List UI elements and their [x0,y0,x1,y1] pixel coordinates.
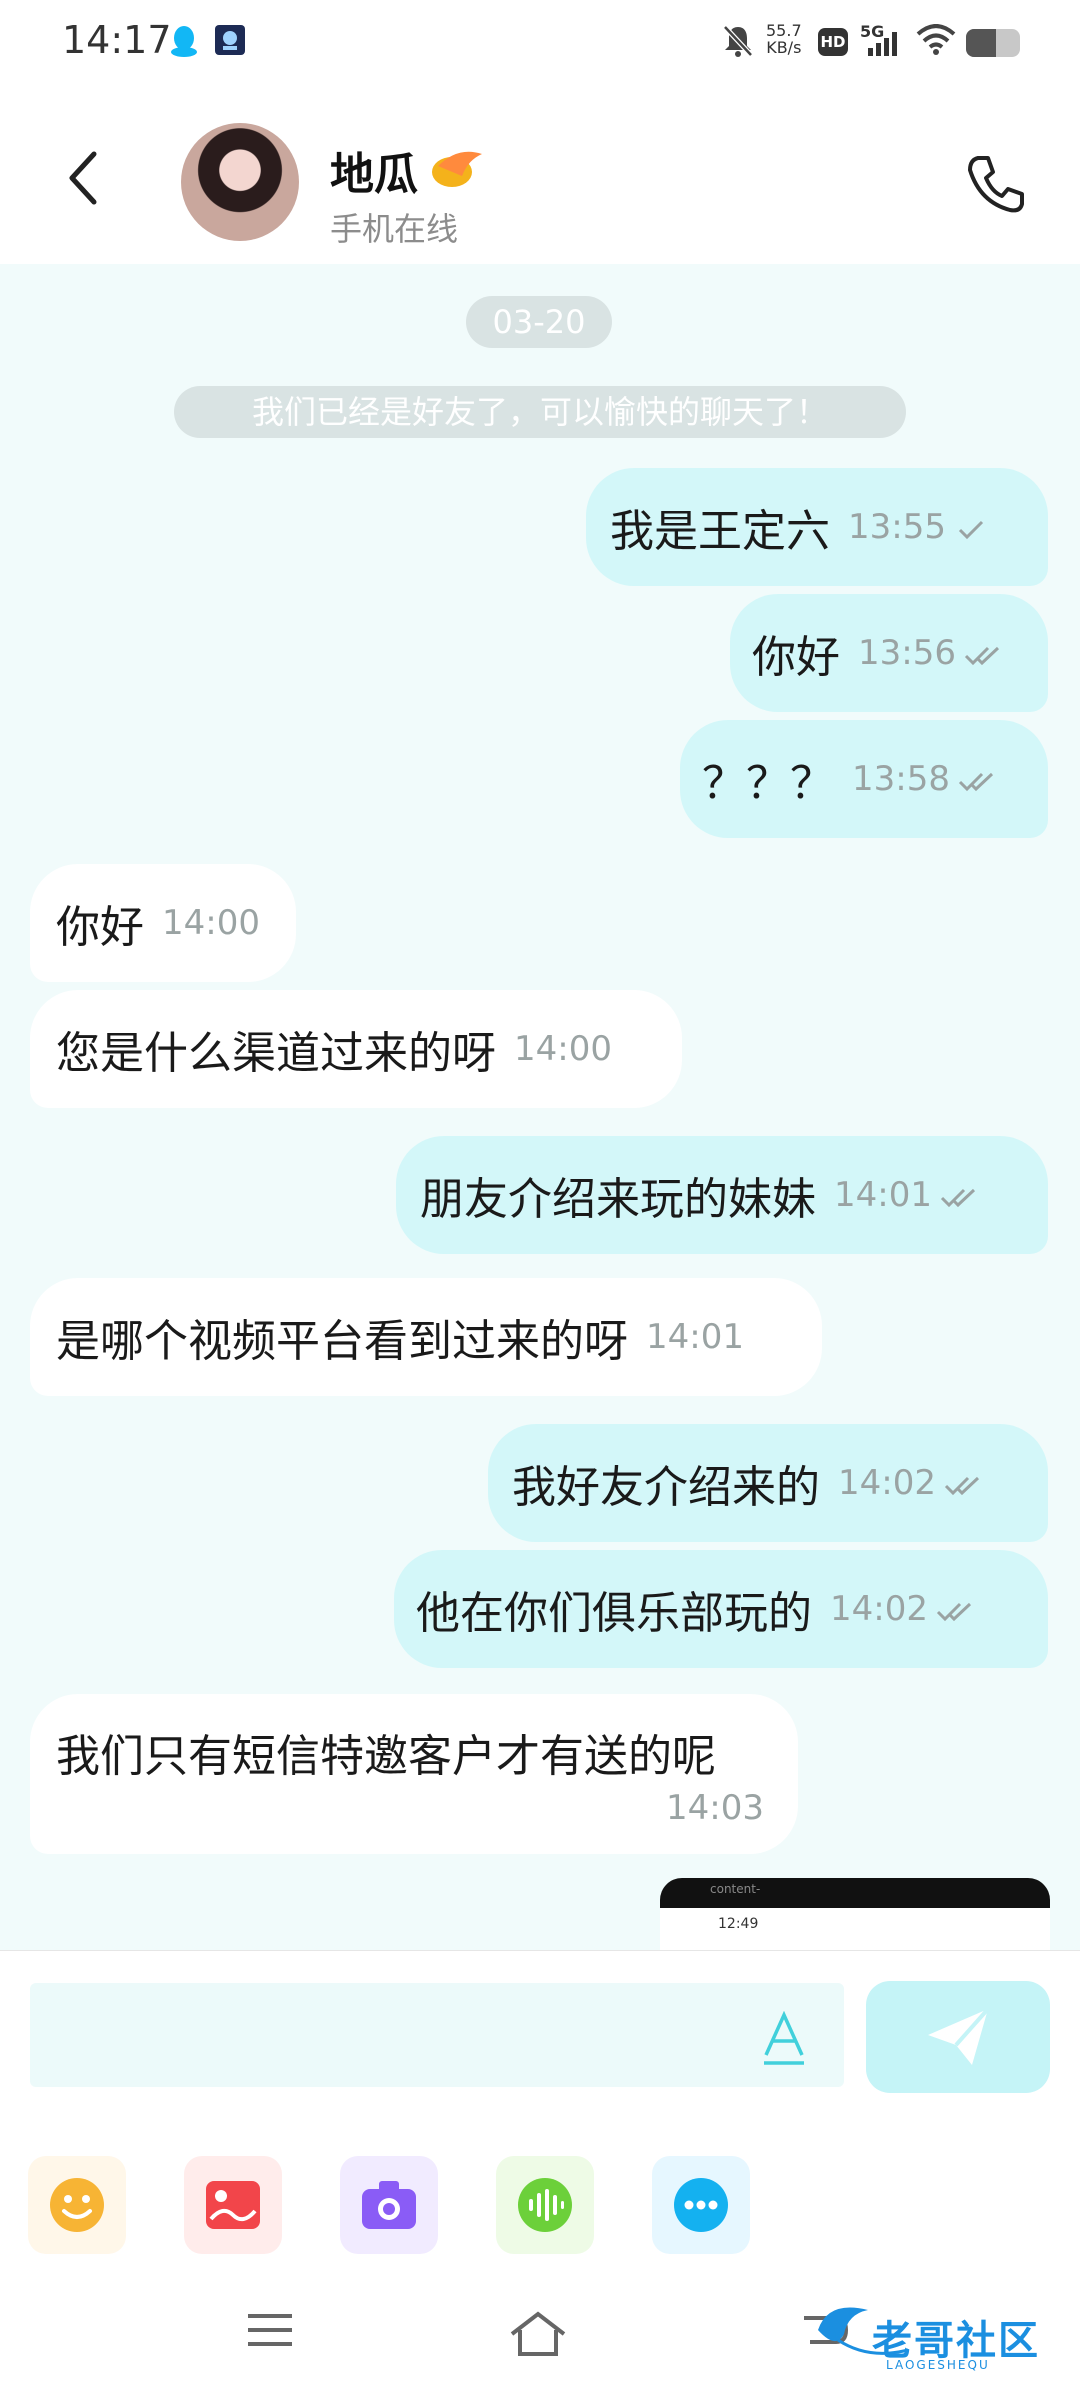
emoji-icon [50,2178,104,2232]
chat-area[interactable]: 03-20 我们已经是好友了，可以愉快的聊天了！ 我是王定六 13:55 你好 … [0,264,1080,1950]
message-time: 14:01 [646,1317,744,1357]
voice-icon [518,2178,572,2232]
hd-badge: HD [818,28,848,56]
emoji-button[interactable] [28,2156,126,2254]
message-text: 你好 [752,632,840,683]
message-outgoing[interactable]: 你好 13:56 [730,594,1048,712]
message-time: 14:02 [830,1589,928,1629]
message-outgoing[interactable]: ？？？ 13:58 [680,720,1048,838]
message-text: 是哪个视频平台看到过来的呀 [56,1316,628,1367]
image-preview-time: 12:49 [718,1916,759,1932]
chat-header: 地瓜 手机在线 [0,86,1080,264]
home-icon[interactable] [508,2310,568,2362]
contact-online-status: 手机在线 [330,210,459,248]
message-outgoing[interactable]: 他在你们俱乐部玩的 14:02 [394,1550,1048,1668]
app-notification-icon [214,24,246,60]
message-time: 14:01 [834,1175,932,1215]
message-text: ？？？ [702,758,834,809]
message-outgoing[interactable]: 我是王定六 13:55 [586,468,1048,586]
net-speed-unit: KB/s [766,38,802,57]
message-text: 朋友介绍来玩的妹妹 [420,1174,816,1225]
message-time: 13:56 [858,633,956,673]
vip-badge-icon [428,146,484,194]
mute-icon [722,24,754,62]
send-button[interactable] [866,1981,1050,2093]
back-button[interactable] [60,148,108,208]
read-check-icon [936,1584,976,1635]
message-time: 13:58 [852,759,950,799]
message-text: 他在你们俱乐部玩的 [416,1588,812,1639]
message-text: 我好友介绍来的 [512,1462,820,1513]
system-notice: 我们已经是好友了，可以愉快的聊天了！ [174,386,906,438]
message-input[interactable] [30,1983,844,2087]
sent-check-icon [954,502,990,553]
battery-icon [966,29,1020,57]
camera-button[interactable] [340,2156,438,2254]
message-text: 我是王定六 [610,506,830,557]
qq-icon [170,24,198,62]
tools-row [0,2150,1080,2260]
contact-name[interactable]: 地瓜 [330,138,418,202]
system-nav-bar: 老哥社区 LAOGESHEQU [0,2260,1080,2408]
font-style-icon[interactable] [762,2010,806,2071]
message-text: 您是什么渠道过来的呀 [56,1028,496,1079]
message-input-bar [0,1950,1080,2150]
image-icon [206,2181,260,2229]
message-text: 我们只有短信特邀客户才有送的呢 [56,1731,716,1782]
message-outgoing[interactable]: 我好友介绍来的 14:02 [488,1424,1048,1542]
message-time: 14:00 [162,903,260,943]
read-check-icon [958,754,998,805]
status-time: 14:17 [62,18,172,62]
status-bar: 14:17 55.7 KB/s HD 5G [0,0,1080,86]
image-preview-caption: content- [710,1882,761,1896]
read-check-icon [940,1170,980,1221]
net-speed: 55.7 KB/s [766,22,802,56]
watermark-subtext: LAOGESHEQU [886,2358,990,2372]
menu-icon[interactable] [246,2310,294,2354]
wifi-icon [916,24,956,60]
contact-avatar[interactable] [181,123,299,241]
message-incoming[interactable]: 我们只有短信特邀客户才有送的呢 14:03 [30,1694,798,1854]
image-message-preview[interactable]: content- 12:49 [660,1878,1050,1950]
message-time: 14:02 [838,1463,936,1503]
date-separator: 03-20 [466,296,612,348]
image-button[interactable] [184,2156,282,2254]
message-incoming[interactable]: 你好 14:00 [30,864,296,982]
message-incoming[interactable]: 您是什么渠道过来的呀 14:00 [30,990,682,1108]
message-time: 14:00 [514,1029,612,1069]
message-time: 14:03 [666,1788,764,1828]
voice-button[interactable] [496,2156,594,2254]
more-button[interactable] [652,2156,750,2254]
read-check-icon [964,628,1004,679]
read-check-icon [944,1458,984,1509]
message-incoming[interactable]: 是哪个视频平台看到过来的呀 14:01 [30,1278,822,1396]
message-time: 13:55 [848,507,946,547]
camera-icon [362,2181,416,2229]
battery-level [966,29,996,57]
send-icon [928,2007,990,2065]
image-preview-screen: 12:49 [660,1908,1050,1950]
call-button[interactable] [964,152,1028,220]
message-text: 你好 [56,902,144,953]
message-outgoing[interactable]: 朋友介绍来玩的妹妹 14:01 [396,1136,1048,1254]
more-icon [674,2178,728,2232]
